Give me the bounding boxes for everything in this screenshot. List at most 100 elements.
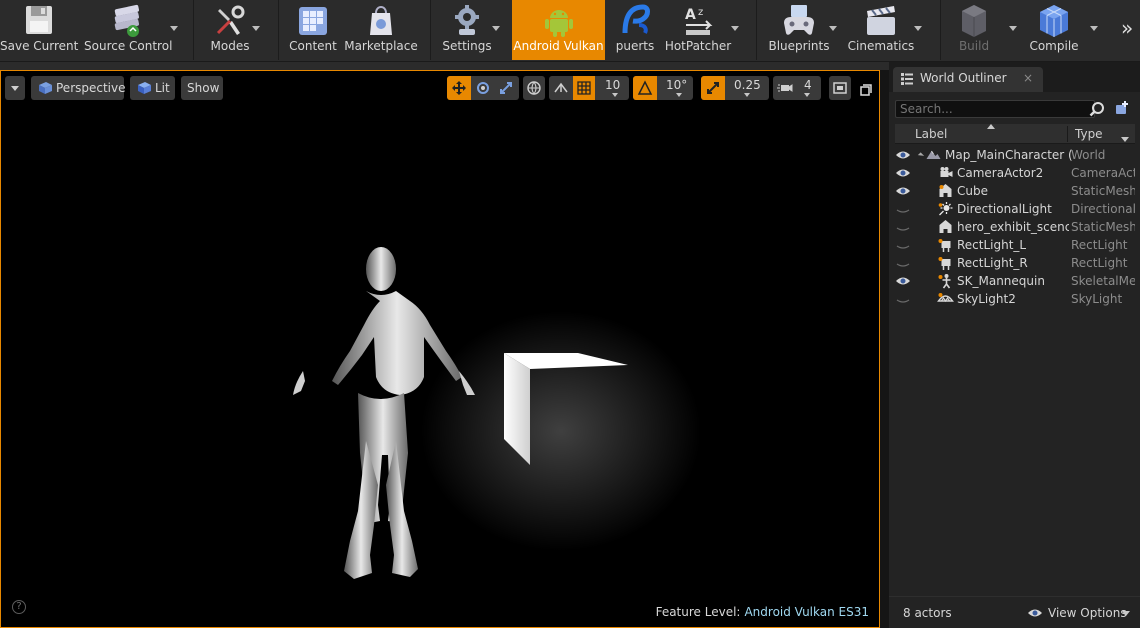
world-outliner-tab[interactable]: World Outliner ×	[893, 67, 1043, 92]
content-browser-icon	[299, 7, 327, 35]
maximize-viewport-button[interactable]	[860, 81, 872, 96]
actor-type: SkeletalMeshActor	[1071, 274, 1135, 288]
expand-arrow-icon[interactable]	[917, 152, 925, 159]
rotation-snap-group: 10°	[633, 76, 693, 100]
cinematics-dropdown-icon[interactable]	[914, 26, 922, 31]
hotpatcher-label: HotPatcher	[664, 39, 732, 53]
column-divider[interactable]	[1067, 126, 1068, 142]
toolbar-separator	[756, 0, 757, 60]
outliner-row[interactable]: DirectionalLight DirectionalLight	[895, 200, 1135, 218]
actor-type: SkyLight	[1071, 292, 1123, 306]
feature-level-value[interactable]: Android Vulkan ES31	[744, 605, 869, 619]
settings-gear-icon	[455, 5, 479, 35]
scale-snap-toggle[interactable]	[701, 76, 725, 100]
outliner-row[interactable]: CameraActor2 CameraActor	[895, 164, 1135, 182]
modes-dropdown-icon[interactable]	[252, 26, 260, 31]
add-filter-icon[interactable]	[1114, 100, 1130, 116]
perspective-button[interactable]: Perspective	[31, 76, 126, 100]
label-column-header[interactable]: Label	[915, 127, 947, 141]
outliner-row[interactable]: RectLight_R RectLight	[895, 254, 1135, 272]
blueprints-dropdown-icon[interactable]	[829, 26, 837, 31]
marketplace-button[interactable]: Marketplace	[344, 0, 418, 60]
hotpatcher-dropdown-icon[interactable]	[731, 26, 739, 31]
content-button[interactable]: Content	[284, 0, 342, 60]
actor-name: RectLight_L	[957, 238, 1027, 252]
hidden-eye-icon[interactable]	[895, 291, 911, 307]
grid-snap-toggle[interactable]	[573, 76, 595, 100]
type-column-header[interactable]: Type	[1075, 127, 1103, 141]
show-button[interactable]: Show	[181, 76, 223, 100]
level-viewport[interactable]: Perspective Lit Show 10 10° 0.25 4 ? Fea…	[0, 70, 880, 628]
android-vulkan-button[interactable]: Android Vulkan	[512, 0, 605, 60]
rotate-tool-icon[interactable]	[475, 80, 491, 96]
visibility-eye-icon[interactable]	[895, 165, 911, 181]
outliner-row[interactable]: hero_exhibit_scence StaticMeshActor	[895, 218, 1135, 236]
visibility-eye-icon[interactable]	[895, 183, 911, 199]
search-icon[interactable]	[1089, 101, 1105, 117]
modes-icon	[216, 5, 245, 35]
blueprints-button[interactable]: Blueprints	[764, 0, 834, 60]
outliner-tab-title: World Outliner	[920, 71, 1007, 85]
build-button[interactable]: Build	[946, 0, 1002, 60]
translate-tool-button[interactable]	[447, 76, 471, 100]
lit-button[interactable]: Lit	[130, 76, 175, 100]
world-globe-icon	[527, 81, 541, 95]
scale-tool-icon[interactable]	[498, 80, 514, 96]
skeletal-mesh-actor-icon	[938, 274, 951, 289]
world-local-toggle[interactable]	[523, 76, 545, 100]
scale-snap-dropdown-icon[interactable]	[744, 93, 750, 97]
rotation-snap-toggle[interactable]	[633, 76, 657, 100]
compile-dropdown-icon[interactable]	[1090, 26, 1098, 31]
actor-type: CameraActor	[1071, 166, 1135, 180]
visibility-eye-icon[interactable]	[895, 273, 911, 289]
hidden-eye-icon[interactable]	[895, 201, 911, 217]
camera-speed-icon	[777, 84, 793, 92]
save-current-button[interactable]: Save Current	[0, 0, 78, 60]
perspective-label: Perspective	[56, 81, 126, 95]
camera-speed-button[interactable]: 4	[773, 76, 821, 100]
hidden-eye-icon[interactable]	[895, 219, 911, 235]
hidden-eye-icon[interactable]	[895, 255, 911, 271]
settings-label: Settings	[442, 39, 492, 53]
grid-icon	[577, 81, 591, 95]
outliner-row-world[interactable]: Map_MainCharacter (Editor) World	[895, 146, 1135, 164]
rotation-snap-dropdown-icon[interactable]	[676, 93, 682, 97]
grid-snap-dropdown-icon[interactable]	[612, 93, 618, 97]
type-column-dropdown-icon[interactable]	[1121, 137, 1129, 142]
help-icon[interactable]: ?	[12, 600, 26, 614]
more-toolbar-chevron-icon[interactable]: »	[1121, 16, 1137, 40]
outliner-row[interactable]: RectLight_L RectLight	[895, 236, 1135, 254]
settings-dropdown-icon[interactable]	[492, 26, 500, 31]
feature-level-label: Feature Level:	[655, 605, 741, 619]
outliner-row[interactable]: SK_Mannequin SkeletalMeshActor	[895, 272, 1135, 290]
compile-button[interactable]: Compile	[1024, 0, 1084, 60]
outliner-row[interactable]: SkyLight2 SkyLight	[895, 290, 1135, 308]
actor-name: RectLight_R	[957, 256, 1028, 270]
content-label: Content	[289, 39, 337, 53]
settings-button[interactable]: Settings	[438, 0, 496, 60]
outliner-search-input[interactable]	[895, 100, 1095, 118]
outliner-tab-bar: World Outliner ×	[889, 62, 1140, 92]
angle-icon	[637, 80, 653, 95]
visibility-eye-icon[interactable]	[895, 147, 911, 163]
source-control-label: Source Control	[84, 39, 173, 53]
hotpatcher-button[interactable]: A z HotPatcher	[664, 0, 732, 60]
outliner-list-icon	[901, 73, 913, 85]
cinematics-button[interactable]: Cinematics	[846, 0, 916, 60]
modes-label: Modes	[210, 39, 250, 53]
surface-snap-icon[interactable]	[553, 80, 569, 96]
source-control-button[interactable]: Source Control	[84, 0, 173, 60]
viewport-layout-button[interactable]	[829, 76, 851, 100]
puerts-button[interactable]: puerts	[608, 0, 662, 60]
build-dropdown-icon[interactable]	[1009, 26, 1017, 31]
viewport-options-button[interactable]	[5, 76, 25, 100]
android-icon	[544, 10, 573, 37]
perspective-cube-icon	[39, 82, 52, 94]
hidden-eye-icon[interactable]	[895, 237, 911, 253]
close-tab-icon[interactable]: ×	[1023, 71, 1033, 85]
source-control-dropdown-icon[interactable]	[170, 26, 178, 31]
outliner-column-header: Label Type	[895, 124, 1135, 144]
compile-label: Compile	[1029, 39, 1079, 53]
outliner-row[interactable]: Cube StaticMeshActor	[895, 182, 1135, 200]
modes-button[interactable]: Modes	[200, 0, 260, 60]
